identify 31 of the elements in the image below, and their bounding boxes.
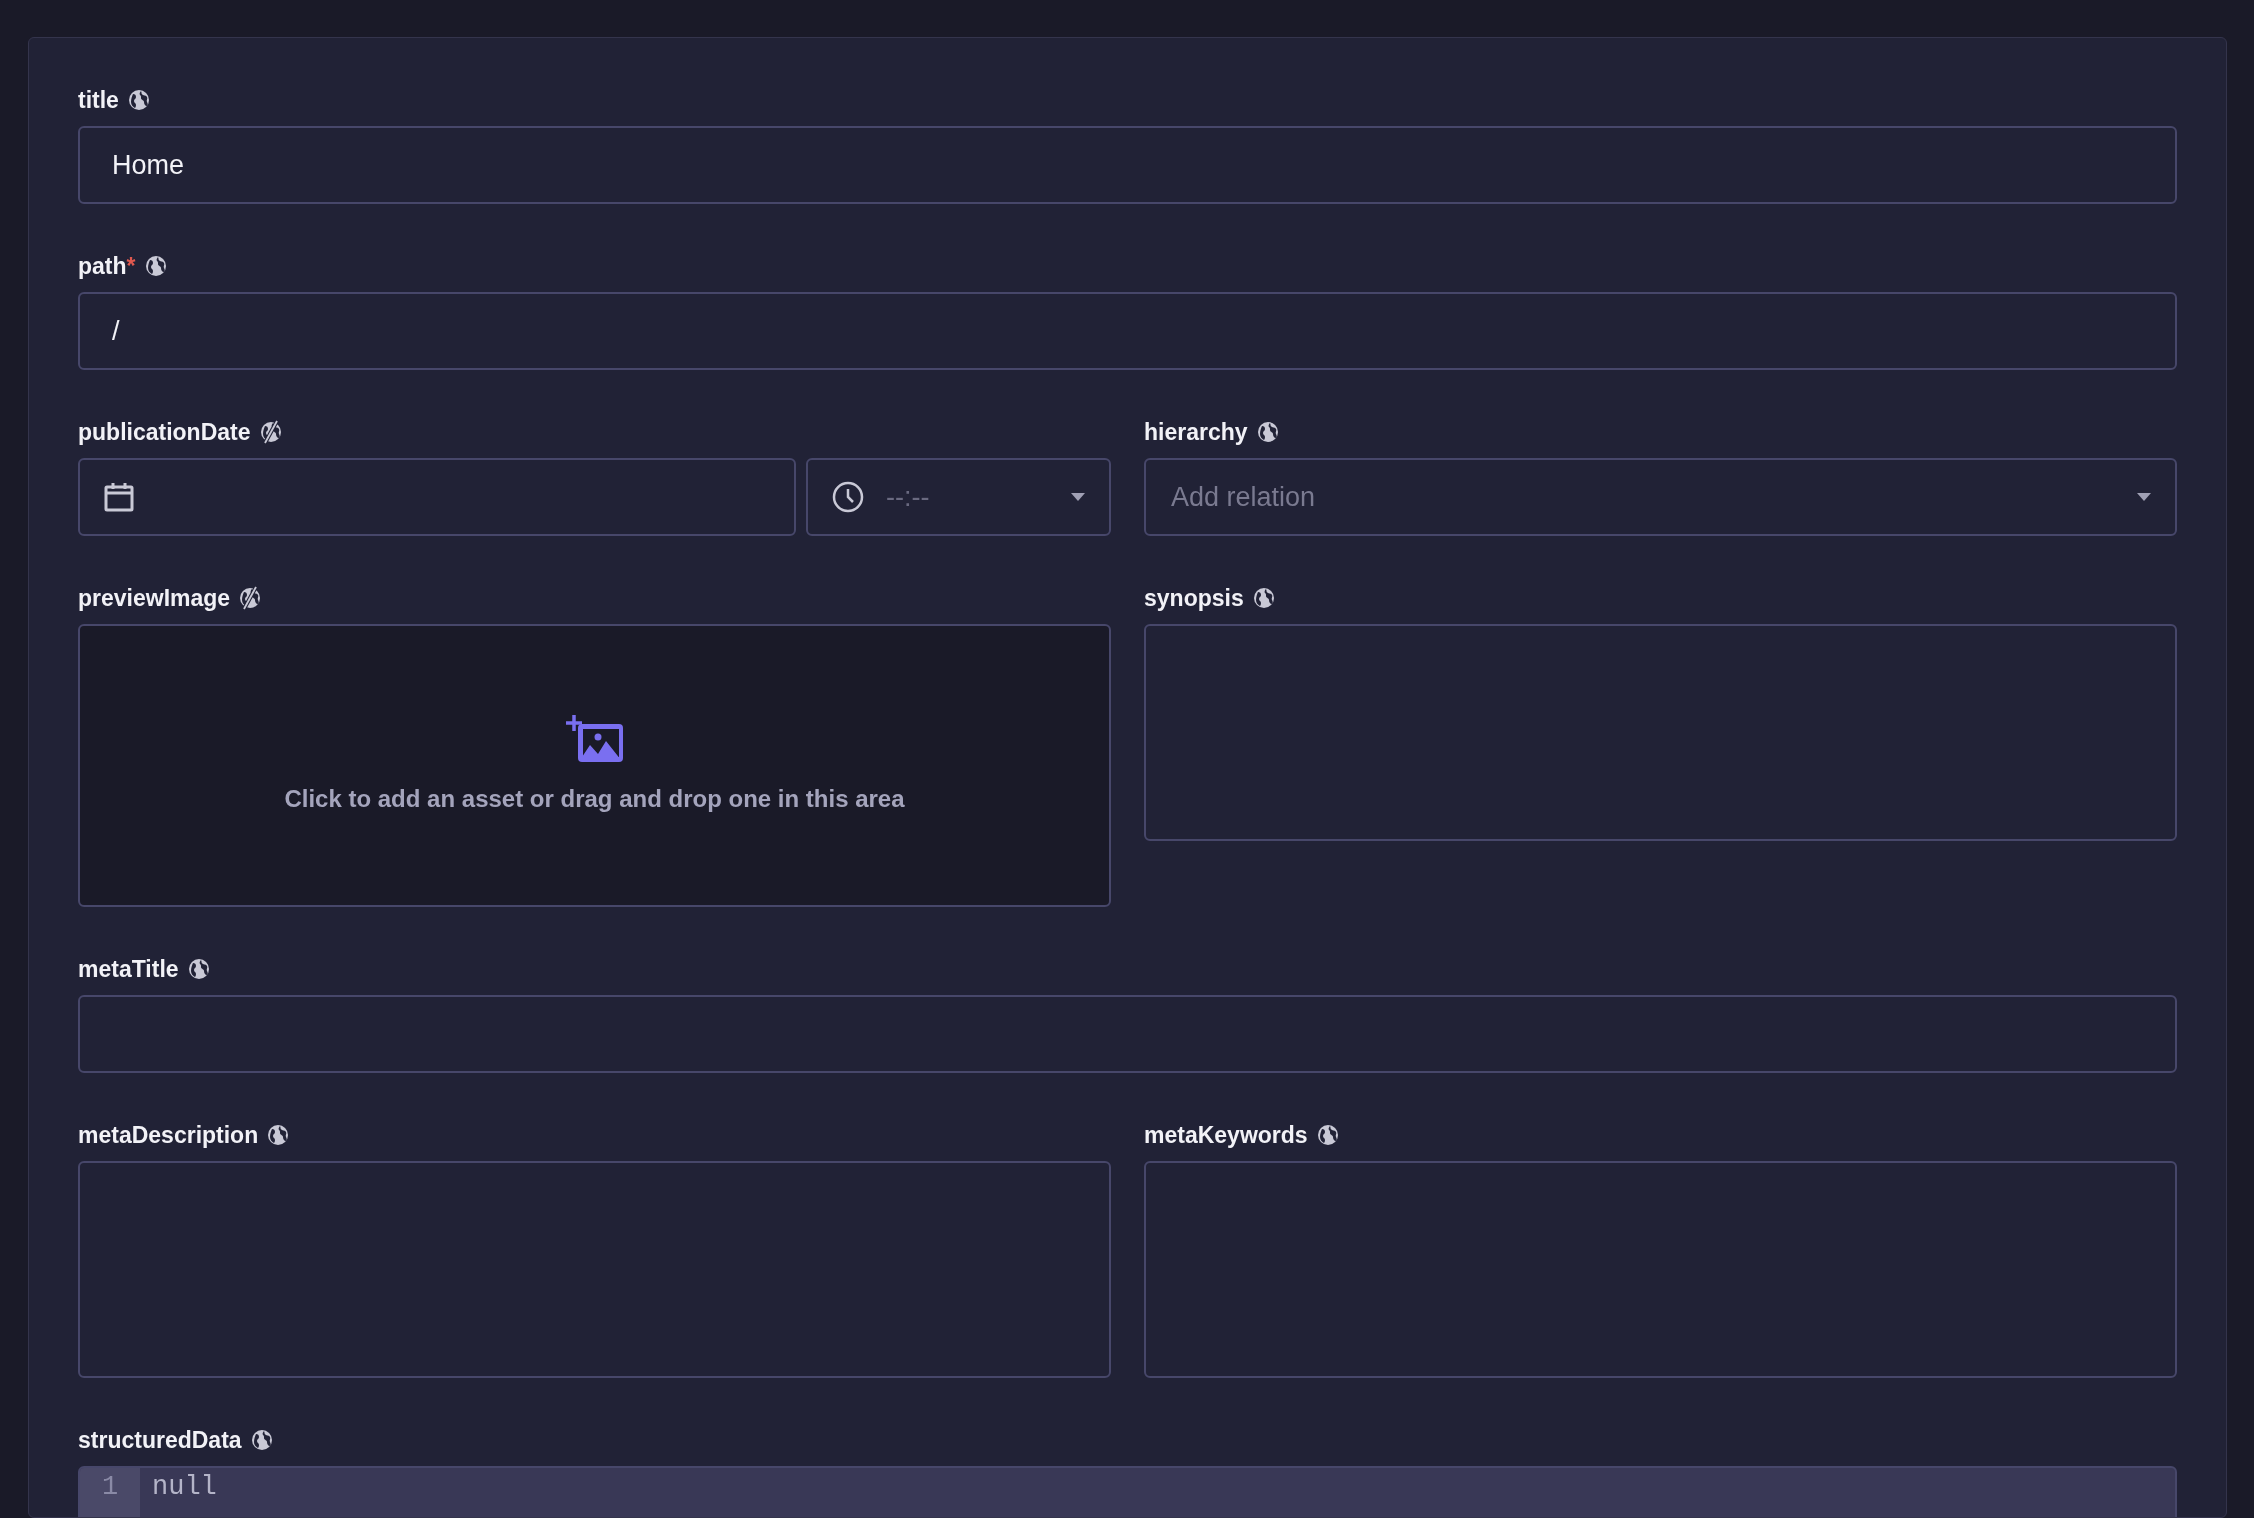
- relation-placeholder: Add relation: [1171, 480, 1317, 514]
- field-label: metaDescription: [78, 1120, 259, 1150]
- field-label: hierarchy: [1144, 417, 1248, 447]
- field-label: metaKeywords: [1144, 1120, 1308, 1150]
- text-input[interactable]: [78, 995, 2177, 1073]
- code-text: null: [151, 1471, 217, 1504]
- field-label: structuredData: [78, 1425, 242, 1455]
- textarea-field[interactable]: [1144, 624, 2177, 841]
- date-input[interactable]: [78, 458, 796, 536]
- clock-icon: [832, 481, 864, 513]
- field-label: previewImage: [78, 583, 231, 613]
- calendar-icon: [104, 482, 134, 512]
- add-image-icon: [565, 714, 624, 763]
- text-input[interactable]: /: [78, 292, 2177, 370]
- field-label: synopsis: [1144, 583, 1244, 613]
- asset-hint: Click to add an asset or drag and drop one in this area: [284, 783, 905, 814]
- text-input[interactable]: Home: [78, 126, 2177, 204]
- asset-dropzone[interactable]: Click to add an asset or drag and drop one in this area: [78, 624, 1111, 907]
- caret-icon: [1071, 493, 1085, 501]
- field-label: path: [78, 251, 127, 281]
- field-label: publicationDate: [78, 417, 251, 447]
- textarea-field[interactable]: [1144, 1161, 2177, 1378]
- code-editor[interactable]: 1 null: [78, 1466, 2177, 1517]
- relation-select[interactable]: Add relation: [1144, 458, 2177, 536]
- textarea-field[interactable]: [78, 1161, 1111, 1378]
- field-label: metaTitle: [78, 954, 179, 984]
- required-mark: *: [126, 251, 136, 281]
- time-placeholder: --:--: [886, 480, 931, 514]
- line-number: 1: [80, 1468, 140, 1517]
- caret-icon: [2137, 493, 2151, 501]
- field-label: title: [78, 85, 119, 115]
